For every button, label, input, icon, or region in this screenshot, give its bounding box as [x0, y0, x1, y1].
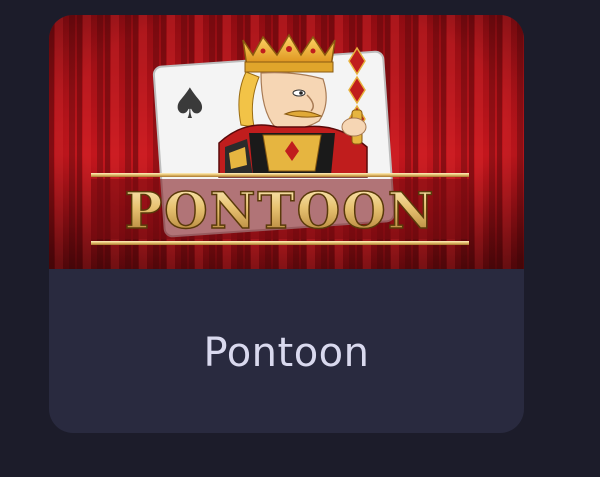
game-thumbnail[interactable]: ♠ PONTOON	[49, 15, 524, 269]
pontoon-thumbnail-art: ♠ PONTOON	[49, 15, 524, 269]
pontoon-logo: PONTOON	[91, 173, 469, 245]
spade-icon: ♠	[171, 79, 209, 128]
game-card-pontoon[interactable]: ♠ PONTOON Pontoon	[49, 15, 524, 433]
game-title: Pontoon	[203, 330, 370, 376]
game-card-footer[interactable]: Pontoon	[49, 269, 524, 433]
pontoon-logo-text: PONTOON	[125, 181, 436, 240]
